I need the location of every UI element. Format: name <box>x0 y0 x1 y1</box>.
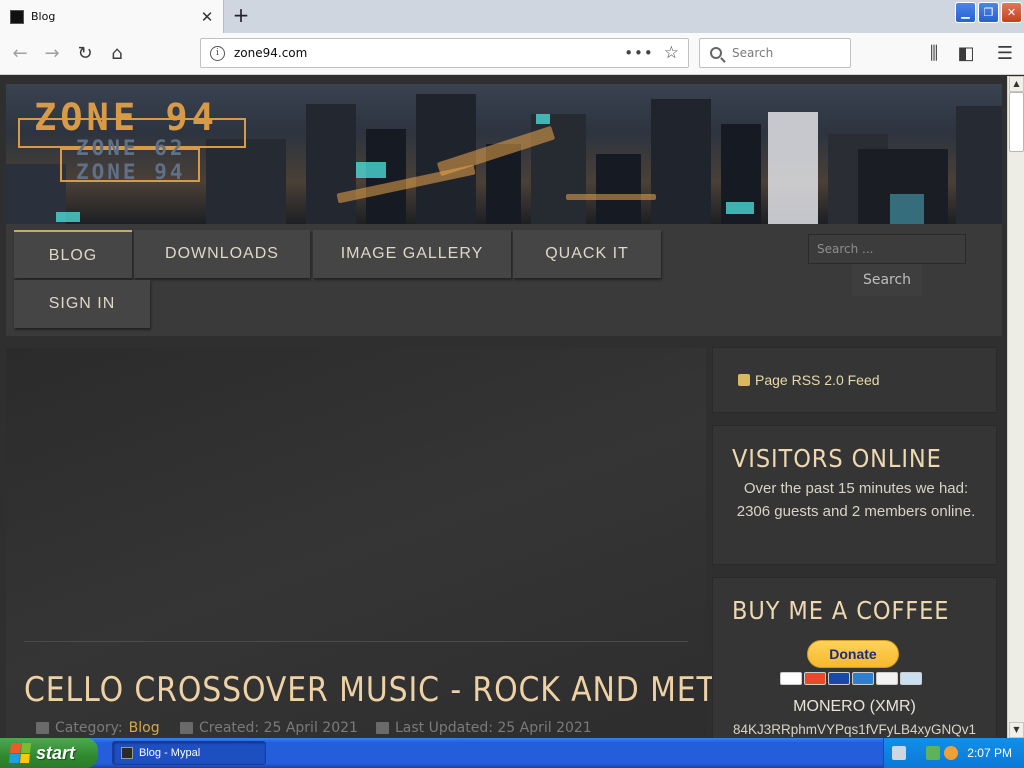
content-divider <box>24 641 688 642</box>
window-controls: ▁ ❐ ✕ <box>955 2 1022 23</box>
close-window-button[interactable]: ✕ <box>1001 2 1022 23</box>
header-banner: ZONE 94 ZONE 62 ZONE 94 <box>6 84 1002 224</box>
home-icon[interactable]: ⌂ <box>105 42 129 66</box>
article-category: Category: Blog <box>36 720 160 736</box>
taskbar-item-mypal[interactable]: Blog - Mypal <box>112 741 266 765</box>
site-logo[interactable]: ZONE 94 <box>34 96 218 139</box>
network-icon[interactable] <box>926 746 940 760</box>
security-icon[interactable] <box>944 746 958 760</box>
scroll-up-arrow-icon[interactable]: ▲ <box>1009 76 1024 92</box>
updated-date: Last Updated: 25 April 2021 <box>395 720 592 736</box>
logo-sub-1: ZONE 62 <box>76 136 186 160</box>
site-search-button[interactable]: Search <box>852 264 922 296</box>
search-icon <box>710 47 722 59</box>
back-icon[interactable]: ← <box>8 42 32 66</box>
system-tray: 2:07 PM <box>883 738 1024 768</box>
article-title[interactable]: CELLO CROSSOVER MUSIC - ROCK AND METAL <box>24 670 752 710</box>
menu-item-blog[interactable]: BLOG <box>14 230 132 278</box>
rss-module: Page RSS 2.0 Feed <box>713 348 996 412</box>
minimize-button[interactable]: ▁ <box>955 2 976 23</box>
address-bar[interactable]: i zone94.com ••• ☆ <box>200 38 689 68</box>
start-label: start <box>36 742 76 763</box>
clock: 2:07 PM <box>967 746 1012 760</box>
menu-item-downloads[interactable]: DOWNLOADS <box>134 230 310 278</box>
discover-card-icon <box>876 672 898 685</box>
maximize-button[interactable]: ❐ <box>978 2 999 23</box>
payment-cards <box>780 672 922 685</box>
monero-label: MONERO (XMR) <box>793 698 916 715</box>
keyboard-icon[interactable] <box>892 746 906 760</box>
calendar-icon <box>180 722 193 734</box>
mypal-app-icon <box>121 747 133 759</box>
rss-label: Page RSS 2.0 Feed <box>755 372 880 388</box>
forward-icon[interactable]: → <box>40 42 64 66</box>
calendar-icon <box>376 722 389 734</box>
menu-icon[interactable]: ☰ <box>993 42 1017 66</box>
logo-sub-2: ZONE 94 <box>76 160 186 184</box>
coffee-heading: BUY ME A COFFEE <box>732 596 950 625</box>
taskbar: start Blog - Mypal 2:07 PM <box>0 738 1024 768</box>
amex-card-icon <box>852 672 874 685</box>
visa-card-icon <box>780 672 802 685</box>
category-link[interactable]: Blog <box>129 720 160 736</box>
reload-icon[interactable]: ↻ <box>73 42 97 66</box>
donate-button[interactable]: Donate <box>807 640 899 668</box>
menu-item-sign-in[interactable]: SIGN IN <box>14 280 150 328</box>
start-button[interactable]: start <box>0 738 98 768</box>
url-text[interactable]: zone94.com <box>234 46 624 60</box>
visitors-text: Over the past 15 minutes we had: 2306 gu… <box>736 480 976 520</box>
taskbar-item-label: Blog - Mypal <box>139 747 201 759</box>
visitors-heading: VISITORS ONLINE <box>732 444 942 473</box>
visitors-module: VISITORS ONLINE Over the past 15 minutes… <box>713 426 996 564</box>
category-label: Category: <box>55 720 123 736</box>
mastercard-icon <box>804 672 826 685</box>
created-date: Created: 25 April 2021 <box>199 720 358 736</box>
browser-search-input[interactable]: Search <box>699 38 851 68</box>
tab-title: Blog <box>31 10 56 23</box>
tab-blog[interactable]: Blog ✕ <box>0 0 224 33</box>
main-content: CELLO CROSSOVER MUSIC - ROCK AND METAL C… <box>6 348 751 738</box>
library-icon[interactable]: ⫼ <box>922 42 946 66</box>
article-created: Created: 25 April 2021 <box>180 720 358 736</box>
rss-icon <box>738 374 750 386</box>
tab-close-icon[interactable]: ✕ <box>197 8 217 26</box>
page-actions-icon[interactable]: ••• <box>624 44 654 62</box>
site-info-icon[interactable]: i <box>210 45 225 61</box>
coffee-module: BUY ME A COFFEE Donate MONERO (XMR) 84KJ… <box>713 578 996 738</box>
scroll-thumb[interactable] <box>1009 92 1024 152</box>
menu-item-quack-it[interactable]: QUACK IT <box>513 230 661 278</box>
monero-address[interactable]: 84KJ3RRphmVYPqs1fVFyLB4xyGNQv1 <box>713 722 996 737</box>
browser-search-placeholder: Search <box>732 46 774 60</box>
new-tab-button[interactable]: + <box>230 5 252 27</box>
windows-flag-icon <box>8 743 32 763</box>
bookmark-star-icon[interactable]: ☆ <box>664 43 679 63</box>
sidebar-icon[interactable]: ◧ <box>954 42 978 66</box>
navigation-toolbar: ← → ↻ ⌂ i zone94.com ••• ☆ Search ⫼ ◧ ☰ <box>0 33 1024 75</box>
page-scrollbar[interactable]: ▲ ▼ <box>1007 76 1024 738</box>
maestro-card-icon <box>828 672 850 685</box>
site-favicon-icon <box>10 9 24 24</box>
menu-item-image-gallery[interactable]: IMAGE GALLERY <box>313 230 511 278</box>
main-menu: BLOG DOWNLOADS IMAGE GALLERY QUACK IT SI… <box>6 224 1002 336</box>
scroll-down-arrow-icon[interactable]: ▼ <box>1009 722 1024 738</box>
site-search-input[interactable]: Search ... <box>808 234 966 264</box>
rss-link[interactable]: Page RSS 2.0 Feed <box>738 372 880 388</box>
folder-icon <box>36 722 49 734</box>
bank-card-icon <box>900 672 922 685</box>
article-updated: Last Updated: 25 April 2021 <box>376 720 592 736</box>
page-viewport: ZONE 94 ZONE 62 ZONE 94 BLOG DOWNLOADS I… <box>0 76 1007 738</box>
tab-strip: Blog ✕ + ▁ ❐ ✕ <box>0 0 1024 33</box>
